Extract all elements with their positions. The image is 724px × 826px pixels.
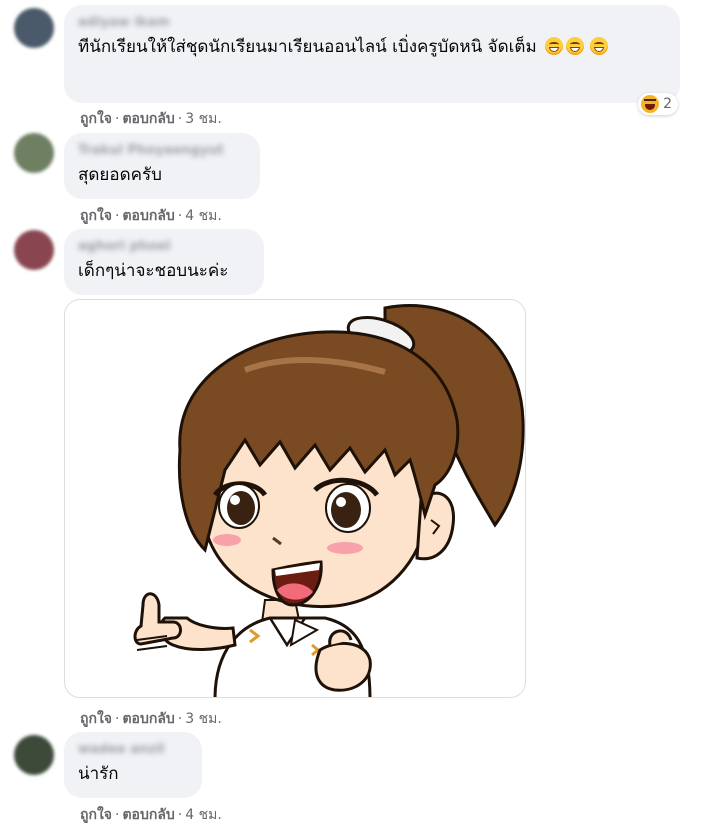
avatar[interactable] (14, 8, 54, 48)
avatar[interactable] (14, 230, 54, 270)
comment-text: น่ารัก (78, 764, 119, 784)
separator: · (115, 208, 120, 224)
reply-link[interactable]: ตอบกลับ (122, 807, 174, 823)
separator: · (115, 711, 120, 727)
comment-text: เด็กๆน่าจะชอบนะค่ะ (78, 261, 229, 281)
grinning-emoji-icon (545, 37, 564, 55)
comment-actions: ถูกใจ · ตอบกลับ · 4 ชม. (80, 205, 222, 227)
haha-reaction-icon (641, 95, 660, 113)
sticker-girl-thumbs-up (133, 304, 525, 697)
separator: · (115, 111, 120, 127)
like-link[interactable]: ถูกใจ (80, 208, 112, 224)
comment-actions: ถูกใจ · ตอบกลับ · 3 ชม. (80, 708, 222, 730)
comment-author[interactable]: aghori phoel (78, 239, 250, 255)
separator: · (177, 807, 183, 823)
like-link[interactable]: ถูกใจ (80, 111, 112, 127)
grinning-emoji-icon (566, 37, 585, 55)
sticker-attachment[interactable] (64, 299, 526, 698)
separator: · (177, 711, 183, 727)
comment-bubble: adiyaw ikam ทีนักเรียนให้ใส่ชุดนักเรียนม… (64, 5, 680, 103)
reply-link[interactable]: ตอบกลับ (122, 208, 174, 224)
comment-author[interactable]: adiyaw ikam (78, 15, 666, 31)
like-link[interactable]: ถูกใจ (80, 807, 112, 823)
reaction-count: 2 (663, 96, 672, 112)
comment-actions: ถูกใจ · ตอบกลับ · 3 ชม. (80, 108, 222, 130)
comment-time[interactable]: 4 ชม. (185, 807, 222, 823)
comment-bubble: aghori phoel เด็กๆน่าจะชอบนะค่ะ (64, 229, 264, 295)
reaction-summary[interactable]: 2 (638, 93, 678, 115)
comment-time[interactable]: 4 ชม. (185, 208, 222, 224)
separator: · (177, 208, 183, 224)
comment-time[interactable]: 3 ชม. (185, 111, 222, 127)
comment-time[interactable]: 3 ชม. (185, 711, 222, 727)
comment-text: ทีนักเรียนให้ใส่ชุดนักเรียนมาเรียนออนไลน… (78, 35, 666, 59)
reply-link[interactable]: ตอบกลับ (122, 711, 174, 727)
comment-bubble: wadee anzil น่ารัก (64, 732, 202, 798)
comment-author[interactable]: Trakul Phoyaengyut (78, 143, 246, 159)
like-link[interactable]: ถูกใจ (80, 711, 112, 727)
comment-bubble: Trakul Phoyaengyut สุดยอดครับ (64, 133, 260, 199)
separator: · (115, 807, 120, 823)
reply-link[interactable]: ตอบกลับ (122, 111, 174, 127)
grinning-emoji-icon (589, 37, 608, 55)
comment-author[interactable]: wadee anzil (78, 742, 188, 758)
avatar[interactable] (14, 133, 54, 173)
avatar[interactable] (14, 735, 54, 775)
separator: · (177, 111, 183, 127)
comment-text: สุดยอดครับ (78, 165, 162, 185)
